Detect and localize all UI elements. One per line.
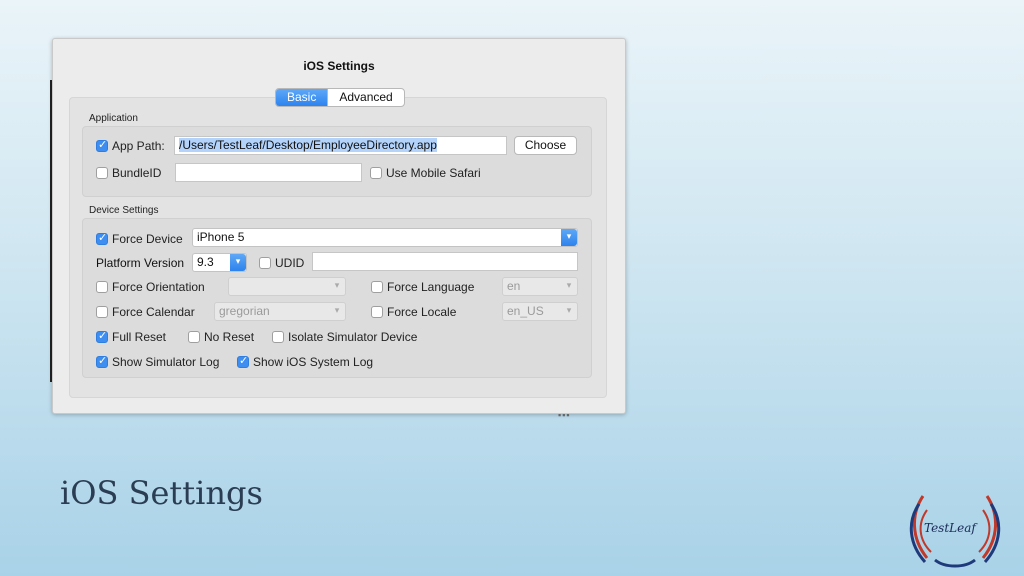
isolate-simulator-checkbox[interactable] xyxy=(272,331,284,343)
simulator-log-checkbox[interactable] xyxy=(96,354,108,368)
ios-system-log-label: Show iOS System Log xyxy=(253,355,374,369)
full-reset-label: Full Reset xyxy=(112,330,167,344)
window-title: iOS Settings xyxy=(303,59,375,73)
logo-text: TestLeaf xyxy=(924,521,976,535)
platform-version-select[interactable]: 9.3 ▾ xyxy=(192,253,247,272)
tab-advanced[interactable]: Advanced xyxy=(327,89,403,106)
mobile-safari-label: Use Mobile Safari xyxy=(386,166,481,180)
platform-version-value: 9.3 xyxy=(197,255,214,269)
no-reset-label: No Reset xyxy=(204,330,255,344)
app-path-label: App Path: xyxy=(112,139,165,153)
application-group-label: Application xyxy=(89,113,138,124)
force-orientation-checkbox[interactable] xyxy=(96,281,108,293)
chevron-down-icon: ▾ xyxy=(230,254,246,271)
force-calendar-checkbox[interactable] xyxy=(96,306,108,318)
force-locale-label: Force Locale xyxy=(387,305,457,319)
device-group-label: Device Settings xyxy=(89,205,159,216)
force-device-label: Force Device xyxy=(112,232,183,246)
orientation-select[interactable]: ▾ xyxy=(228,277,346,296)
locale-value: en_US xyxy=(507,304,544,318)
force-locale-checkbox[interactable] xyxy=(371,306,383,318)
calendar-value: gregorian xyxy=(219,304,270,318)
choose-button[interactable]: Choose xyxy=(514,136,577,155)
chevron-down-icon: ▾ xyxy=(334,306,340,316)
slide-caption: iOS Settings xyxy=(60,474,263,512)
chevron-down-icon: ▾ xyxy=(561,229,577,246)
force-language-label: Force Language xyxy=(387,280,475,294)
ios-system-log-checkbox[interactable] xyxy=(237,354,249,368)
bundle-id-input[interactable] xyxy=(175,163,362,182)
udid-input[interactable] xyxy=(312,252,578,271)
no-reset-checkbox[interactable] xyxy=(188,331,200,343)
full-reset-checkbox[interactable] xyxy=(96,329,108,343)
laurel-base-icon xyxy=(934,558,976,568)
bundle-id-label: BundleID xyxy=(112,166,162,180)
udid-checkbox[interactable] xyxy=(259,257,271,269)
tab-basic[interactable]: Basic xyxy=(276,89,328,106)
language-value: en xyxy=(507,279,521,293)
bundle-id-checkbox[interactable] xyxy=(96,167,108,179)
device-select-value: iPhone 5 xyxy=(197,230,245,244)
force-calendar-label: Force Calendar xyxy=(112,305,195,319)
udid-label: UDID xyxy=(275,256,305,270)
chevron-down-icon: ▾ xyxy=(566,281,572,291)
locale-select[interactable]: en_US ▾ xyxy=(502,302,578,321)
calendar-select[interactable]: gregorian ▾ xyxy=(214,302,346,321)
force-device-checkbox[interactable] xyxy=(96,231,108,245)
force-orientation-label: Force Orientation xyxy=(112,280,205,294)
mobile-safari-checkbox[interactable] xyxy=(370,167,382,179)
chevron-down-icon: ▾ xyxy=(334,281,340,291)
platform-version-label: Platform Version xyxy=(96,256,185,270)
chevron-down-icon: ▾ xyxy=(566,306,572,316)
tab-bar: Basic Advanced xyxy=(275,88,405,107)
laurel-right-icon xyxy=(978,495,1001,563)
language-select[interactable]: en ▾ xyxy=(502,277,578,296)
app-path-checkbox[interactable] xyxy=(96,138,108,152)
force-language-checkbox[interactable] xyxy=(371,281,383,293)
resize-grip-icon[interactable]: ▪▪▪ xyxy=(558,410,571,420)
isolate-simulator-label: Isolate Simulator Device xyxy=(288,330,418,344)
device-select[interactable]: iPhone 5 ▾ xyxy=(192,228,578,247)
simulator-log-label: Show Simulator Log xyxy=(112,355,220,369)
app-path-value: /Users/TestLeaf/Desktop/EmployeeDirector… xyxy=(179,138,437,152)
app-path-input[interactable]: /Users/TestLeaf/Desktop/EmployeeDirector… xyxy=(174,136,507,155)
